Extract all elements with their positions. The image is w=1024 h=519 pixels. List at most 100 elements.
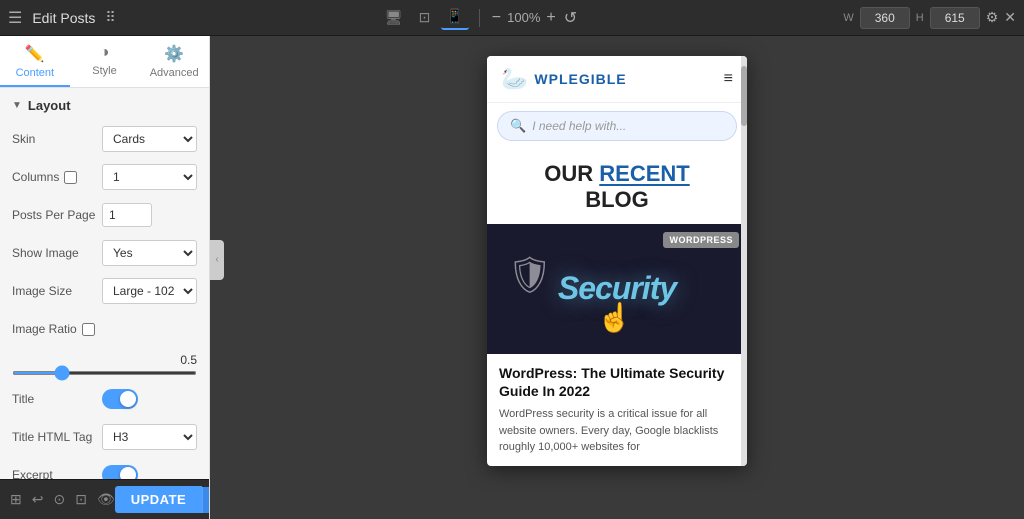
preview-card-image: 🛡 Security ☝ WORDPRESS bbox=[487, 224, 747, 354]
show-image-select[interactable]: Yes No bbox=[102, 240, 197, 266]
responsive-icon[interactable]: ⊡ bbox=[75, 491, 87, 508]
layout-section-label: Layout bbox=[28, 98, 71, 113]
logo-bird-icon: 🦢 bbox=[501, 66, 528, 92]
mobile-icon[interactable]: 📱 bbox=[441, 5, 468, 30]
preview-card-excerpt: WordPress security is a critical issue f… bbox=[499, 406, 735, 456]
image-size-label: Image Size bbox=[12, 284, 102, 298]
grid-icon[interactable]: ⠿ bbox=[105, 9, 115, 26]
close-icon[interactable]: ✕ bbox=[1004, 9, 1016, 26]
tablet-icon[interactable]: ⊡ bbox=[414, 6, 436, 29]
image-size-select[interactable]: Large - 1024 x 102 Medium Thumbnail bbox=[102, 278, 197, 304]
settings-icon[interactable]: ⚙ bbox=[986, 9, 999, 26]
preview-search-placeholder: I need help with... bbox=[532, 119, 626, 133]
mobile-preview: 🦢 WPLEGIBLE ≡ 🔍 I need help with... OUR … bbox=[487, 56, 747, 466]
skin-label: Skin bbox=[12, 132, 102, 146]
image-ratio-field: Image Ratio bbox=[12, 315, 197, 343]
left-panel: ✏️ Content ◑ Style ⚙️ Advanced ▼ Layout … bbox=[0, 36, 210, 519]
advanced-tab-label: Advanced bbox=[150, 67, 199, 79]
image-size-control: Large - 1024 x 102 Medium Thumbnail bbox=[102, 278, 197, 304]
title-tag-label: Title HTML Tag bbox=[12, 430, 102, 444]
zoom-controls: − 100% + ↺ bbox=[490, 8, 579, 28]
hamburger-icon[interactable]: ☰ bbox=[8, 8, 22, 28]
history-icon[interactable]: ⊙ bbox=[53, 491, 65, 508]
preview-scrollbar bbox=[741, 56, 747, 466]
heading-our-text: OUR bbox=[544, 161, 599, 186]
posts-per-page-control bbox=[102, 203, 197, 227]
heading-blog-text: BLOG bbox=[497, 187, 737, 213]
preview-area: 🦢 WPLEGIBLE ≡ 🔍 I need help with... OUR … bbox=[210, 36, 1024, 519]
title-tag-select[interactable]: H3 H2 H4 H1 bbox=[102, 424, 197, 450]
cursor-icon: ☝ bbox=[597, 301, 632, 334]
update-btn-group: UPDATE ▲ bbox=[115, 486, 210, 513]
image-size-field: Image Size Large - 1024 x 102 Medium Thu… bbox=[12, 277, 197, 305]
width-label: W bbox=[843, 12, 853, 24]
preview-header: 🦢 WPLEGIBLE ≡ bbox=[487, 56, 747, 103]
image-ratio-slider-row: 0.5 bbox=[12, 353, 197, 375]
tab-bar: ✏️ Content ◑ Style ⚙️ Advanced bbox=[0, 36, 209, 88]
zoom-out-button[interactable]: − bbox=[490, 9, 503, 27]
tab-style[interactable]: ◑ Style bbox=[70, 36, 140, 87]
bottom-bar-icons: ⊞ ↩ ⊙ ⊡ 👁 bbox=[10, 491, 115, 508]
columns-field: Columns 1 2 3 bbox=[12, 163, 197, 191]
posts-per-page-label: Posts Per Page bbox=[12, 208, 102, 222]
height-label: H bbox=[916, 12, 924, 24]
skin-field: Skin Cards Classic Full Content bbox=[12, 125, 197, 153]
top-bar-left: ☰ Edit Posts ⠿ bbox=[8, 8, 116, 28]
panel-content: ▼ Layout Skin Cards Classic Full Content bbox=[0, 88, 209, 479]
image-ratio-label: Image Ratio bbox=[12, 322, 102, 336]
undo-icon[interactable]: ↩ bbox=[32, 491, 44, 508]
preview-card-title: WordPress: The Ultimate Security Guide I… bbox=[499, 364, 735, 400]
image-ratio-slider[interactable] bbox=[12, 371, 197, 375]
width-input[interactable]: 360 bbox=[860, 7, 910, 29]
zoom-reset-button[interactable]: ↺ bbox=[562, 8, 579, 28]
excerpt-field: Excerpt bbox=[12, 461, 197, 479]
top-bar: ☰ Edit Posts ⠿ 🖥 ⊡ 📱 − 100% + ↺ W 360 H … bbox=[0, 0, 1024, 36]
columns-control: 1 2 3 bbox=[102, 164, 197, 190]
skin-control: Cards Classic Full Content bbox=[102, 126, 197, 152]
heading-our: OUR RECENT bbox=[544, 169, 689, 184]
height-input[interactable]: 615 bbox=[930, 7, 980, 29]
title-toggle[interactable] bbox=[102, 389, 138, 409]
bottom-bar: ⊞ ↩ ⊙ ⊡ 👁 UPDATE ▲ bbox=[0, 479, 209, 519]
title-label: Title bbox=[12, 392, 102, 406]
excerpt-toggle-control bbox=[102, 465, 197, 479]
title-tag-control: H3 H2 H4 H1 bbox=[102, 424, 197, 450]
title-field: Title bbox=[12, 385, 197, 413]
content-tab-label: Content bbox=[16, 67, 55, 79]
show-image-label: Show Image bbox=[12, 246, 102, 260]
main-layout: ✏️ Content ◑ Style ⚙️ Advanced ▼ Layout … bbox=[0, 36, 1024, 519]
image-ratio-checkbox-group: Image Ratio bbox=[12, 322, 102, 336]
columns-select[interactable]: 1 2 3 bbox=[102, 164, 197, 190]
layout-section-header[interactable]: ▼ Layout bbox=[12, 98, 197, 113]
columns-label: Columns bbox=[12, 170, 102, 184]
show-image-field: Show Image Yes No bbox=[12, 239, 197, 267]
image-ratio-checkbox[interactable] bbox=[82, 323, 95, 336]
content-tab-icon: ✏️ bbox=[25, 44, 45, 64]
desktop-icon[interactable]: 🖥 bbox=[380, 6, 408, 29]
columns-checkbox[interactable] bbox=[64, 171, 77, 184]
columns-checkbox-group: Columns bbox=[12, 170, 102, 184]
heading-recent-text: RECENT bbox=[599, 161, 689, 186]
excerpt-toggle[interactable] bbox=[102, 465, 138, 479]
panel-collapse-handle[interactable]: ‹ bbox=[210, 240, 224, 280]
image-ratio-text: Image Ratio bbox=[12, 322, 77, 336]
excerpt-toggle-slider bbox=[102, 465, 138, 479]
excerpt-label: Excerpt bbox=[12, 468, 102, 479]
preview-card-body: WordPress: The Ultimate Security Guide I… bbox=[487, 354, 747, 466]
update-arrow-button[interactable]: ▲ bbox=[202, 487, 210, 513]
title-toggle-control bbox=[102, 389, 197, 409]
columns-text: Columns bbox=[12, 170, 59, 184]
tab-content[interactable]: ✏️ Content bbox=[0, 36, 70, 87]
layers-icon[interactable]: ⊞ bbox=[10, 491, 22, 508]
zoom-in-button[interactable]: + bbox=[544, 9, 557, 27]
posts-per-page-input[interactable] bbox=[102, 203, 152, 227]
skin-select[interactable]: Cards Classic Full Content bbox=[102, 126, 197, 152]
tab-advanced[interactable]: ⚙️ Advanced bbox=[139, 36, 209, 87]
title-tag-field: Title HTML Tag H3 H2 H4 H1 bbox=[12, 423, 197, 451]
zoom-level: 100% bbox=[507, 10, 540, 25]
logo-text: WPLEGIBLE bbox=[534, 71, 626, 87]
shield-preview-icon: 🛡 bbox=[507, 254, 553, 296]
show-image-control: Yes No bbox=[102, 240, 197, 266]
eye-icon[interactable]: 👁 bbox=[97, 491, 115, 508]
update-button[interactable]: UPDATE bbox=[115, 486, 202, 513]
